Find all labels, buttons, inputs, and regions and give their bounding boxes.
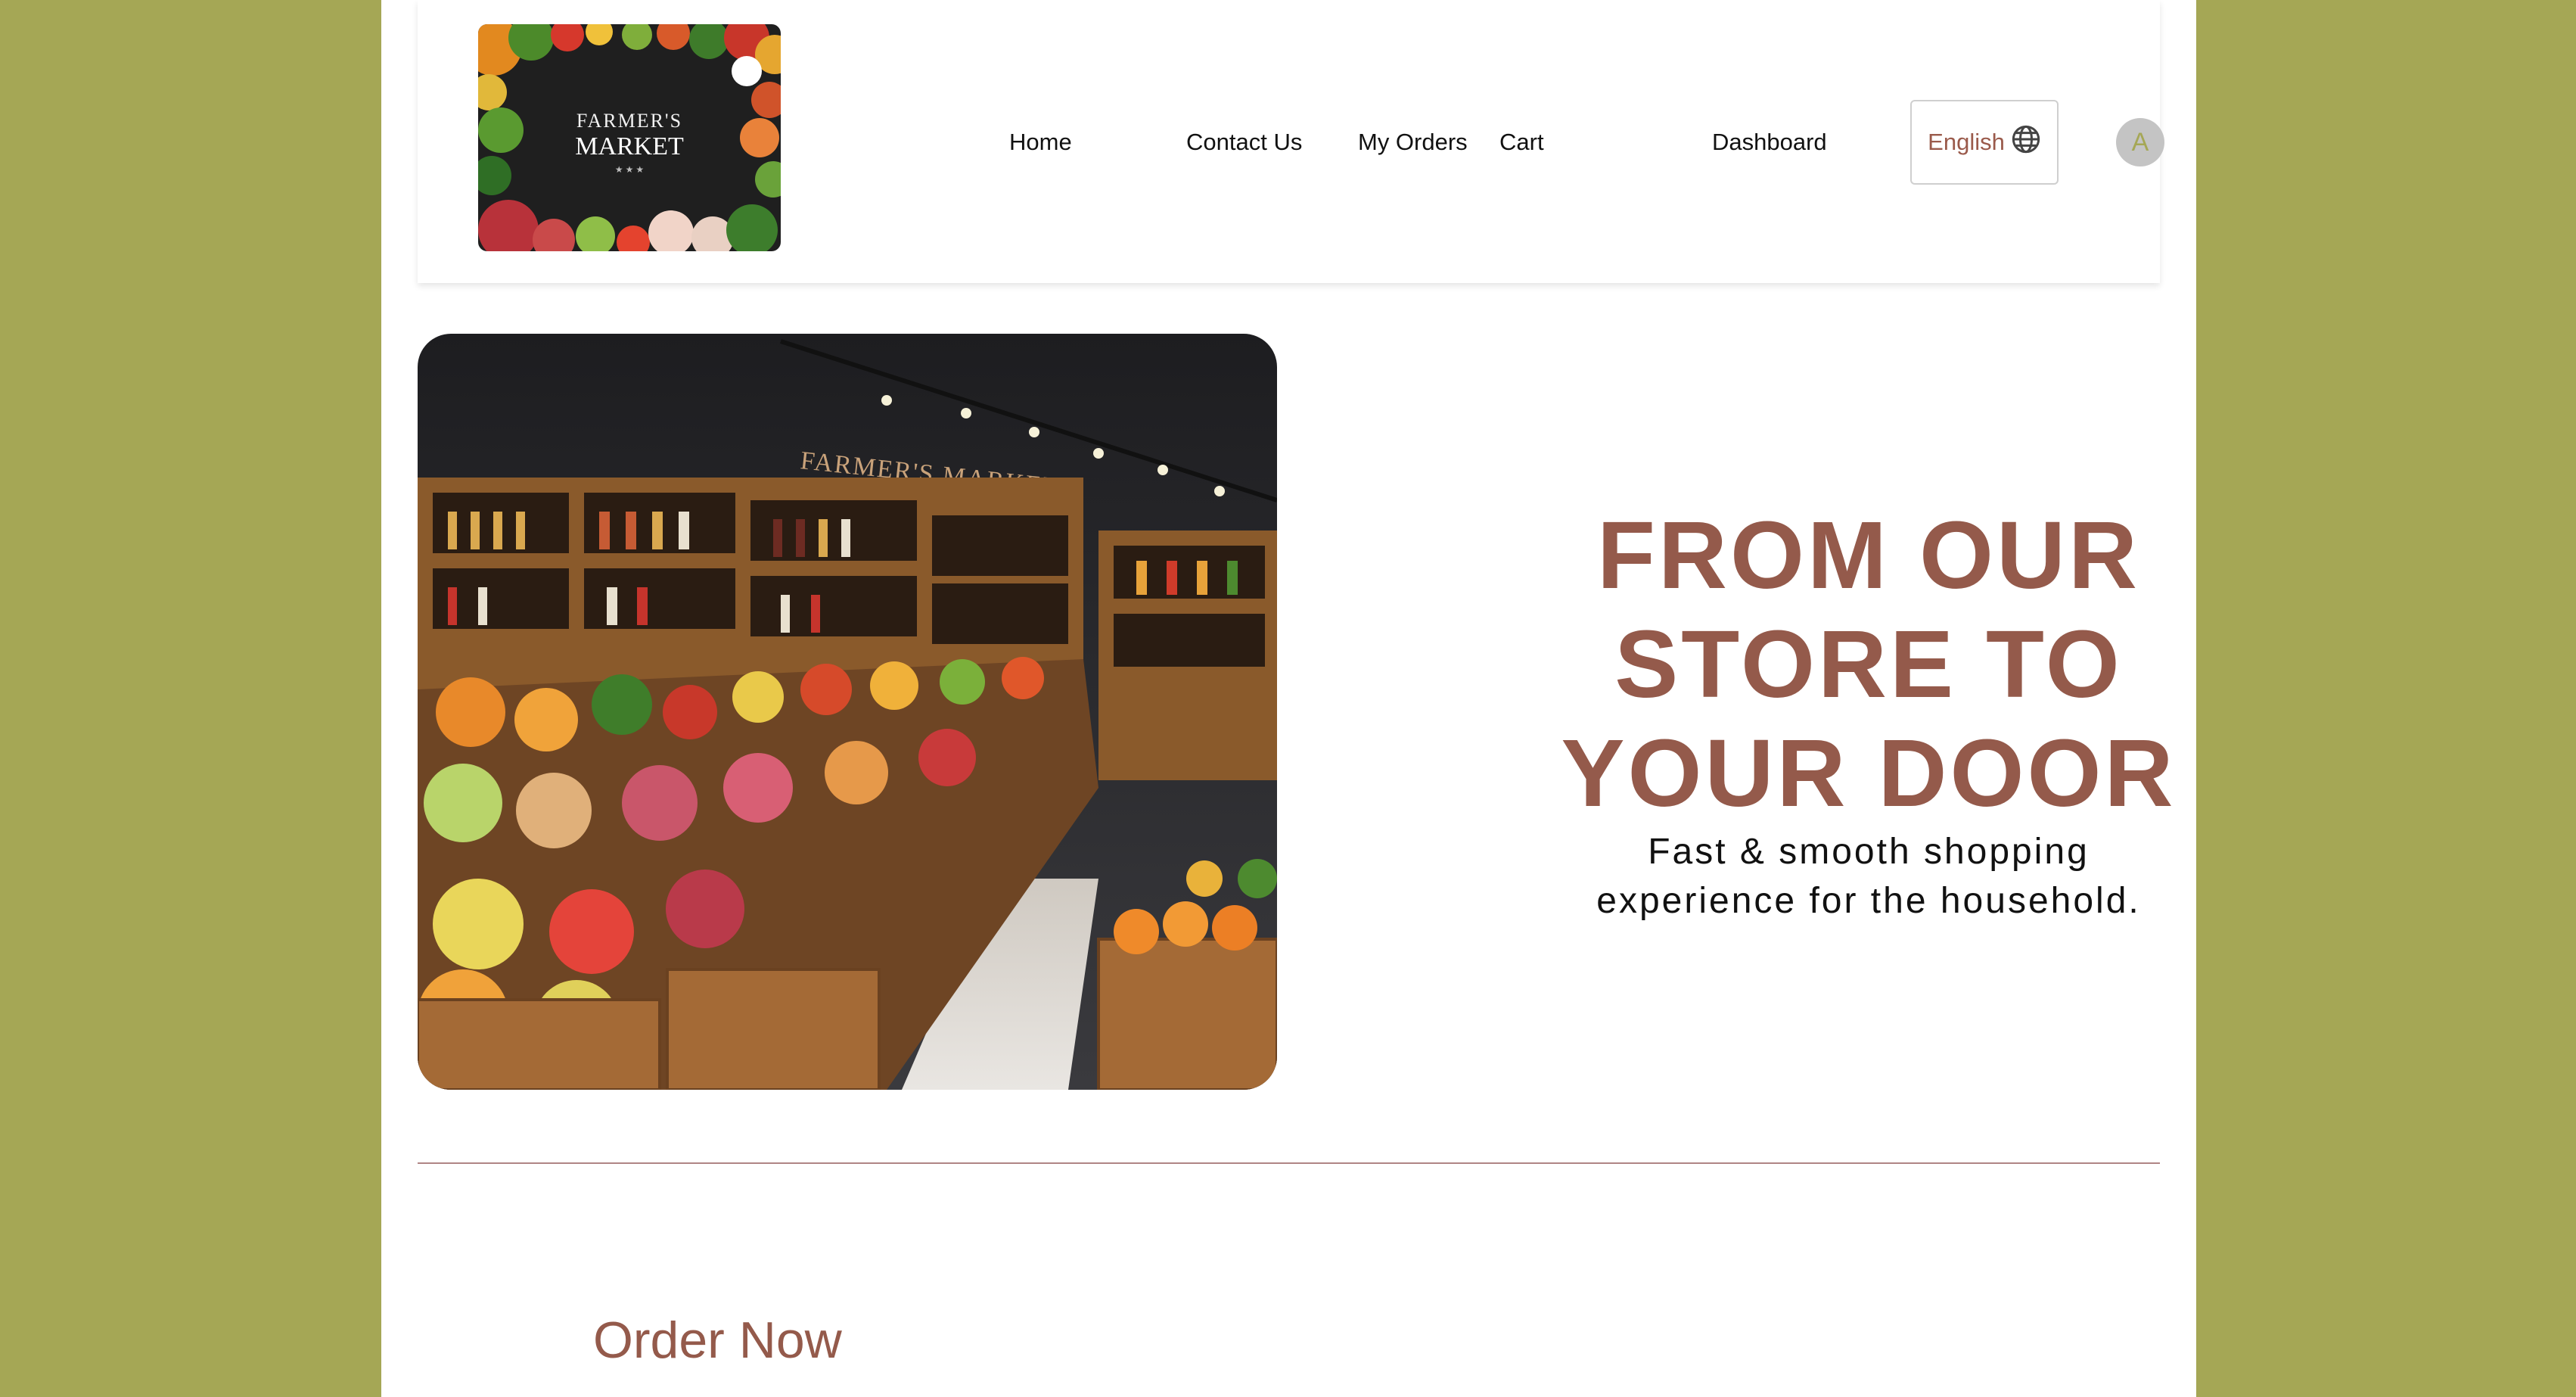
language-label: English xyxy=(1928,129,2005,155)
hero-title: FROM OUR STORE TO YOUR DOOR xyxy=(1388,501,2349,828)
hero-title-line: FROM OUR xyxy=(1597,502,2140,608)
nav-my-orders[interactable]: My Orders xyxy=(1358,129,1468,156)
section-divider xyxy=(418,1162,2160,1164)
nav-contact-us[interactable]: Contact Us xyxy=(1186,129,1302,156)
hero-subtitle: Fast & smooth shopping experience for th… xyxy=(1388,827,2349,926)
nav-dashboard[interactable]: Dashboard xyxy=(1712,129,1827,156)
nav-home[interactable]: Home xyxy=(1009,129,1072,156)
svg-text:FARMER'S: FARMER'S xyxy=(576,110,682,132)
navbar: FARMER'S MARKET ★ ★ ★ Home Contact Us My… xyxy=(418,0,2164,283)
user-avatar[interactable]: A xyxy=(2116,118,2164,166)
hero-subtitle-line: experience for the household. xyxy=(1596,881,2141,921)
svg-text:MARKET: MARKET xyxy=(575,132,684,160)
logo[interactable]: FARMER'S MARKET ★ ★ ★ xyxy=(478,24,781,251)
order-now-link[interactable]: Order Now xyxy=(593,1311,842,1370)
page-container: FARMER'S MARKET ★ ★ ★ Home Contact Us My… xyxy=(381,0,2196,1397)
svg-text:★ ★ ★: ★ ★ ★ xyxy=(615,164,644,175)
hero-subtitle-line: Fast & smooth shopping xyxy=(1648,832,2090,872)
farmers-market-logo-image: FARMER'S MARKET ★ ★ ★ xyxy=(478,24,781,251)
store-interior-illustration: FARMER'S MARKET xyxy=(418,334,1277,1090)
language-selector[interactable]: English xyxy=(1910,100,2059,185)
hero-store-image: FARMER'S MARKET xyxy=(418,334,1277,1090)
globe-icon xyxy=(2011,124,2041,160)
nav-cart[interactable]: Cart xyxy=(1499,129,1544,156)
hero-title-line: STORE TO xyxy=(1614,611,2123,717)
hero-title-line: YOUR DOOR xyxy=(1561,720,2177,826)
